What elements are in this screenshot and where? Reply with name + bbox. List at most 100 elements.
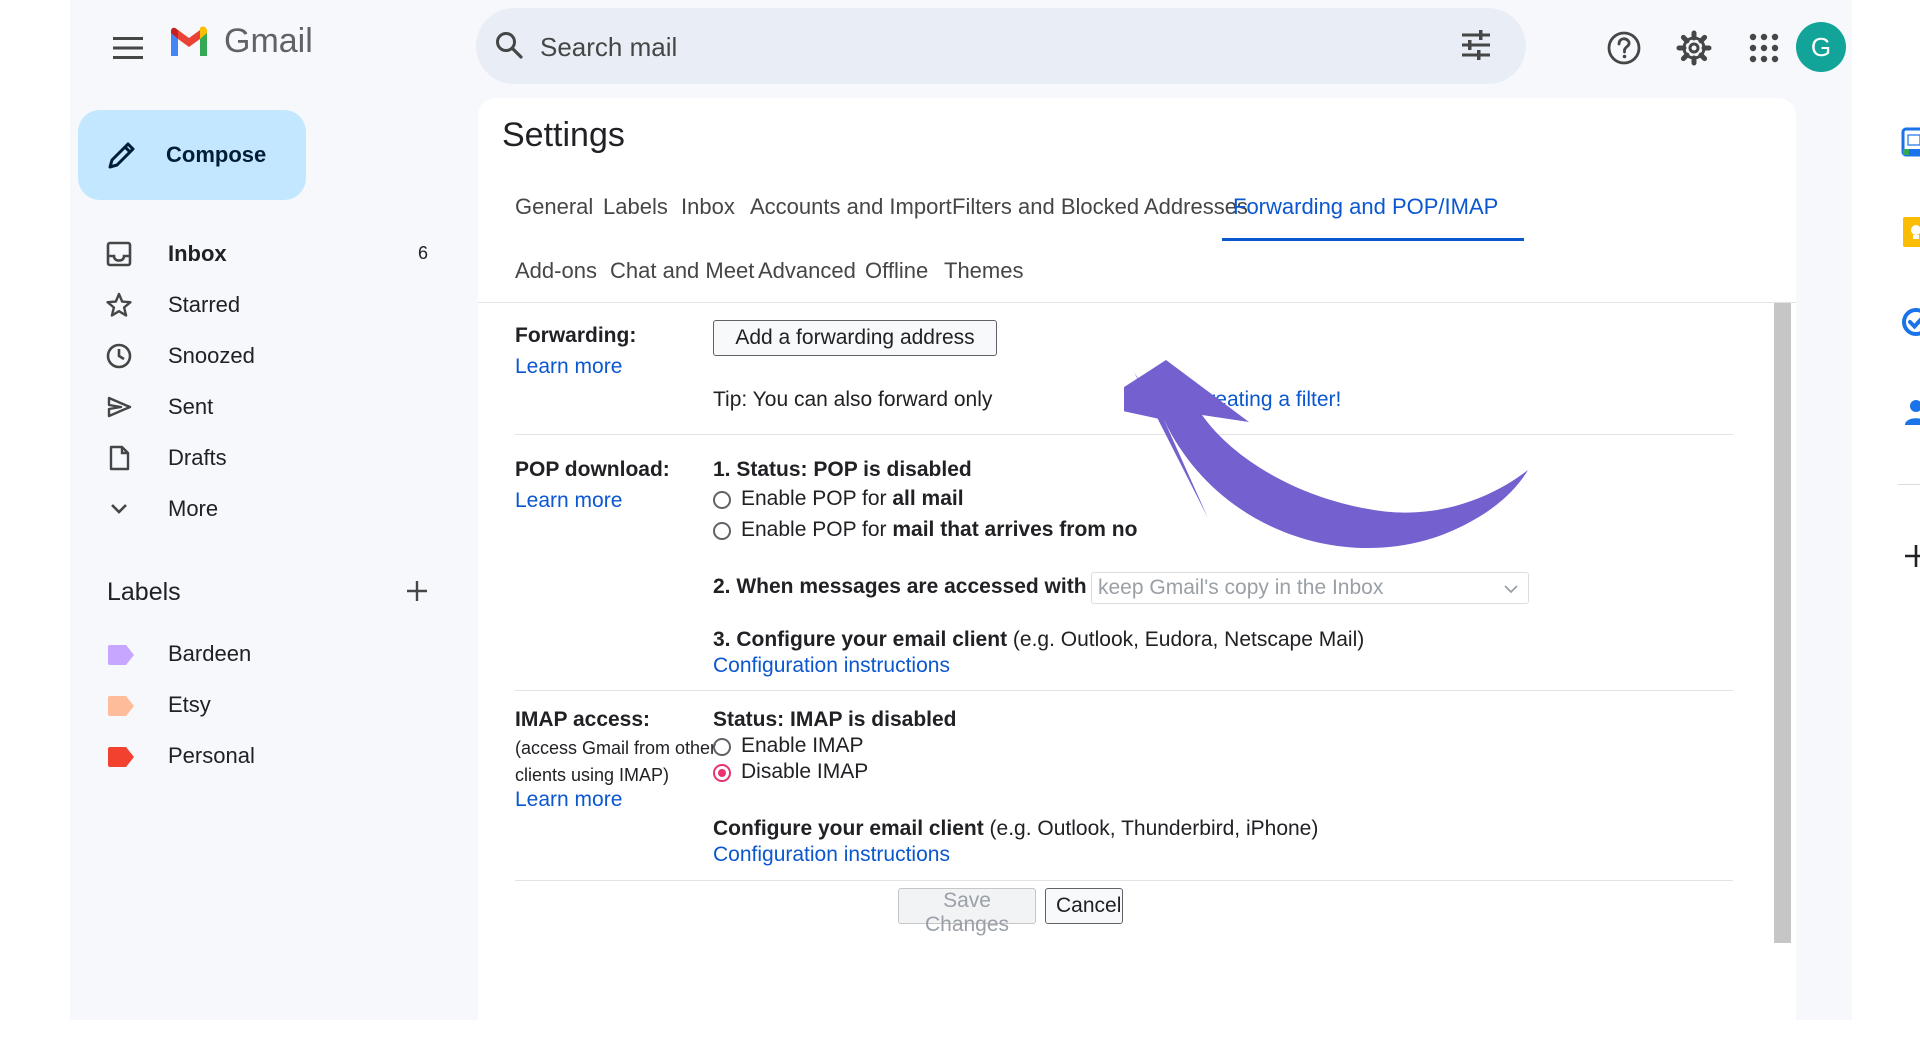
- contacts-app-button[interactable]: [1900, 396, 1920, 428]
- imap-learn-more-link[interactable]: Learn more: [515, 788, 622, 812]
- tab-add-ons[interactable]: Add-ons: [515, 258, 597, 284]
- label-tag-icon: [108, 696, 134, 716]
- sidebar-item-starred[interactable]: Starred: [70, 279, 450, 330]
- sidebar-item-label: More: [168, 495, 219, 521]
- page-title: Settings: [502, 116, 625, 154]
- creating-filter-link[interactable]: creating a filter!: [1198, 388, 1342, 411]
- gear-icon: [1676, 30, 1712, 66]
- tab-offline[interactable]: Offline: [865, 258, 928, 284]
- sidebar-item-drafts[interactable]: Drafts: [70, 432, 450, 483]
- create-label-button[interactable]: [404, 578, 430, 609]
- tabs-divider: [478, 302, 1796, 303]
- tasks-icon: [1902, 308, 1920, 336]
- pop-new-mail-radio[interactable]: [713, 522, 731, 540]
- compose-label: Compose: [166, 142, 267, 167]
- sidebar-item-label: Drafts: [168, 444, 227, 470]
- save-changes-button[interactable]: Save Changes: [898, 888, 1036, 936]
- enable-imap-radio[interactable]: [713, 738, 731, 756]
- plus-icon: [1905, 545, 1920, 567]
- label-name: Personal: [168, 743, 255, 768]
- sidebar-item-inbox[interactable]: Inbox 6: [70, 228, 450, 279]
- keep-app-button[interactable]: [1900, 216, 1920, 248]
- active-tab-indicator: [1222, 238, 1524, 241]
- search-icon[interactable]: [494, 30, 524, 60]
- sidebar-item-label: Inbox: [168, 240, 227, 266]
- apps-button[interactable]: [1740, 24, 1788, 72]
- rail-divider: [1898, 484, 1920, 485]
- pop-new-mail-label: Enable POP for mail that arrives from no: [741, 518, 1138, 541]
- add-forwarding-address-button[interactable]: Add a forwarding address: [713, 320, 997, 356]
- search-options-icon[interactable]: [1460, 30, 1492, 60]
- section-divider: [515, 880, 1733, 881]
- pencil-icon: [108, 142, 135, 169]
- cancel-button[interactable]: Cancel: [1045, 888, 1123, 924]
- pop-action-select[interactable]: keep Gmail's copy in the Inbox: [1091, 572, 1529, 604]
- sidebar-item-more[interactable]: More: [70, 483, 450, 534]
- tab-inbox[interactable]: Inbox: [681, 194, 735, 220]
- get-add-ons-button[interactable]: [1900, 540, 1920, 572]
- settings-scrollbar[interactable]: [1774, 303, 1791, 943]
- gmail-logo[interactable]: Gmail: [168, 22, 313, 61]
- calendar-app-button[interactable]: [1900, 126, 1920, 158]
- sidebar-item-snoozed[interactable]: Snoozed: [70, 330, 450, 381]
- disable-imap-radio[interactable]: [713, 764, 731, 782]
- tab-advanced[interactable]: Advanced: [758, 258, 856, 284]
- chevron-down-icon: [106, 496, 132, 522]
- label-tag-icon: [108, 645, 134, 665]
- gmail-wordmark: Gmail: [224, 22, 313, 60]
- label-name: Bardeen: [168, 641, 252, 666]
- imap-description-line1: (access Gmail from other: [515, 738, 717, 758]
- account-avatar[interactable]: G: [1796, 22, 1846, 72]
- imap-access-label: IMAP access:: [515, 708, 651, 731]
- main-menu-button[interactable]: [106, 26, 150, 70]
- compose-button[interactable]: Compose: [78, 110, 306, 200]
- imap-configuration-instructions-link[interactable]: Configuration instructions: [713, 843, 950, 867]
- star-icon: [106, 292, 132, 318]
- tab-accounts-and-import[interactable]: Accounts and Import: [750, 194, 952, 220]
- tab-chat-and-meet[interactable]: Chat and Meet: [610, 258, 754, 284]
- search-input[interactable]: [538, 8, 1422, 86]
- plus-icon: [407, 581, 427, 601]
- pop-download-label: POP download:: [515, 458, 670, 481]
- sidebar-item-sent[interactable]: Sent: [70, 381, 450, 432]
- clock-icon: [106, 343, 132, 369]
- pop-learn-more-link[interactable]: Learn more: [515, 489, 622, 513]
- search-bar[interactable]: [476, 8, 1526, 86]
- tasks-app-button[interactable]: [1900, 306, 1920, 338]
- tab-filters-and-blocked-addresses[interactable]: Filters and Blocked Addresses: [952, 194, 1248, 220]
- send-icon: [106, 394, 132, 420]
- section-divider: [515, 690, 1733, 691]
- hamburger-icon: [113, 37, 143, 59]
- pop-configuration-instructions-link[interactable]: Configuration instructions: [713, 654, 950, 678]
- settings-panel: Settings General Labels Inbox Accounts a…: [478, 98, 1796, 1038]
- sidebar-item-label: Snoozed: [168, 342, 255, 368]
- label-tag-icon: [108, 747, 134, 767]
- help-icon: [1607, 31, 1641, 65]
- inbox-icon: [106, 241, 132, 267]
- tab-labels[interactable]: Labels: [603, 194, 668, 220]
- help-button[interactable]: [1600, 24, 1648, 72]
- tab-forwarding-and-pop-imap[interactable]: Forwarding and POP/IMAP: [1233, 194, 1498, 220]
- forwarding-tip: Tip: You can also forward only some of y…: [713, 388, 1342, 411]
- contacts-icon: [1905, 400, 1920, 425]
- label-name: Etsy: [168, 692, 211, 717]
- pop-all-mail-label: Enable POP for all mail: [741, 487, 964, 510]
- sidebar-item-label: Sent: [168, 393, 214, 419]
- pop-all-mail-radio[interactable]: [713, 491, 731, 509]
- apps-grid-icon: [1749, 33, 1779, 63]
- forwarding-learn-more-link[interactable]: Learn more: [515, 355, 622, 379]
- labels-header: Labels: [107, 578, 181, 606]
- pop-configure-client: 3. Configure your email client (e.g. Out…: [713, 628, 1365, 651]
- label-item-etsy[interactable]: Etsy: [70, 686, 450, 726]
- unread-count: 6: [418, 243, 429, 263]
- calendar-icon: [1901, 127, 1920, 157]
- settings-button[interactable]: [1670, 24, 1718, 72]
- label-item-bardeen[interactable]: Bardeen: [70, 635, 450, 675]
- tab-general[interactable]: General: [515, 194, 593, 220]
- imap-description-line2: clients using IMAP): [515, 765, 670, 785]
- tab-themes[interactable]: Themes: [944, 258, 1023, 284]
- pop-action-selected-value: keep Gmail's copy in the Inbox: [1098, 576, 1384, 599]
- chevron-down-icon: [1504, 585, 1518, 594]
- label-item-personal[interactable]: Personal: [70, 737, 450, 777]
- file-icon: [106, 445, 132, 471]
